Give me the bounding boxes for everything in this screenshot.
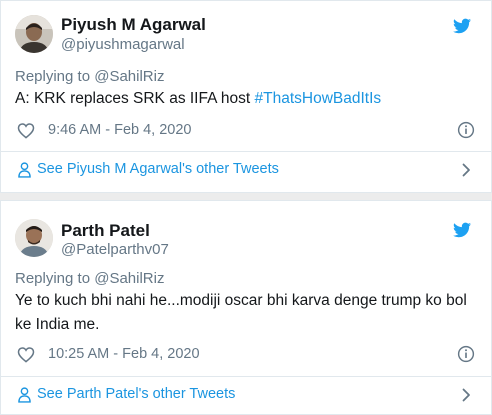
- avatar-image: [15, 15, 53, 53]
- tweet-card[interactable]: Piyush M Agarwal @piyushmagarwal Replyin…: [0, 0, 492, 193]
- see-other-tweets-link[interactable]: See Piyush M Agarwal's other Tweets: [1, 152, 491, 188]
- author-handle[interactable]: @Patelparthv07: [61, 241, 169, 258]
- tweet-text: Ye to kuch bhi nahi he...modiji oscar bh…: [15, 292, 467, 333]
- person-icon: [18, 162, 31, 178]
- timestamp-link[interactable]: 10:25 AM - Feb 4, 2020: [48, 346, 200, 362]
- person-icon: [18, 387, 31, 403]
- twitter-bird-icon[interactable]: [453, 222, 471, 238]
- hashtag-link[interactable]: #ThatsHowBadItIs: [255, 90, 382, 107]
- twitter-bird-icon[interactable]: [453, 18, 471, 34]
- see-other-tweets-link[interactable]: See Parth Patel's other Tweets: [1, 377, 491, 413]
- info-icon[interactable]: [457, 345, 475, 363]
- replying-to: Replying to @SahilRiz: [15, 270, 164, 287]
- avatar-image: [15, 219, 53, 257]
- author-name[interactable]: Piyush M Agarwal: [61, 15, 206, 35]
- heart-icon[interactable]: [17, 346, 35, 363]
- see-other-tweets-label[interactable]: See Piyush M Agarwal's other Tweets: [37, 161, 279, 177]
- tweet-card[interactable]: Parth Patel @Patelparthv07 Replying to @…: [0, 200, 492, 415]
- author-handle[interactable]: @piyushmagarwal: [61, 36, 185, 53]
- avatar[interactable]: [15, 15, 53, 53]
- reply-mention-link[interactable]: @SahilRiz: [94, 270, 164, 287]
- author-name[interactable]: Parth Patel: [61, 221, 150, 241]
- avatar[interactable]: [15, 219, 53, 257]
- chevron-right-icon[interactable]: [462, 163, 471, 177]
- timestamp-link[interactable]: 9:46 AM - Feb 4, 2020: [48, 122, 191, 138]
- tweet-meta: 10:25 AM - Feb 4, 2020: [15, 345, 477, 365]
- replying-to-label: Replying to: [15, 270, 95, 287]
- chevron-right-icon[interactable]: [462, 388, 471, 402]
- tweet-text-body: A: KRK replaces SRK as IIFA host: [15, 90, 255, 107]
- tweet-meta: 9:46 AM - Feb 4, 2020: [15, 121, 477, 141]
- replying-to-label: Replying to: [15, 68, 95, 85]
- heart-icon[interactable]: [17, 122, 35, 139]
- see-other-tweets-label[interactable]: See Parth Patel's other Tweets: [37, 386, 235, 402]
- replying-to: Replying to @SahilRiz: [15, 68, 164, 85]
- tweet-text: A: KRK replaces SRK as IIFA host #ThatsH…: [15, 87, 477, 111]
- reply-mention-link[interactable]: @SahilRiz: [94, 68, 164, 85]
- info-icon[interactable]: [457, 121, 475, 139]
